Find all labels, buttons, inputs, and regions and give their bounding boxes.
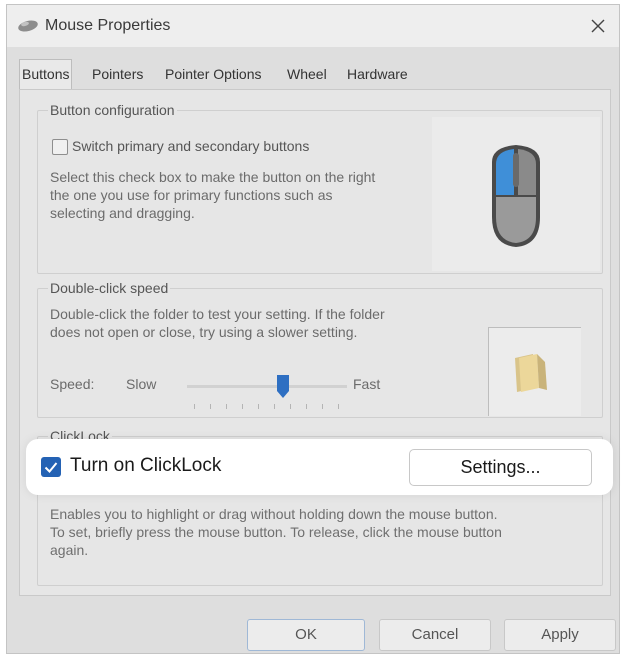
speed-slider-track[interactable] (187, 385, 347, 388)
slow-label: Slow (126, 376, 157, 392)
slider-tick (210, 404, 211, 409)
slider-tick (258, 404, 259, 409)
button-configuration-group: Button configuration Switch primary and … (37, 102, 603, 274)
title-bar: Mouse Properties (7, 5, 619, 47)
clicklock-checkbox[interactable] (41, 457, 61, 477)
switch-buttons-label: Switch primary and secondary buttons (72, 138, 310, 154)
mouse-properties-window: Mouse Properties Buttons Pointers Pointe… (6, 4, 620, 654)
ok-button[interactable]: OK (247, 619, 365, 651)
slider-tick (194, 404, 195, 409)
mouse-icon (17, 17, 39, 36)
clicklock-description-line-2: To set, briefly press the mouse button. … (50, 524, 502, 540)
double-click-speed-group: Double-click speed Double-click the fold… (37, 280, 603, 418)
apply-button[interactable]: Apply (504, 619, 616, 651)
button-config-description-line-1: Select this check box to make the button… (50, 169, 376, 185)
close-icon (591, 19, 605, 33)
mouse-illustration-icon (492, 145, 540, 247)
slider-tick (338, 404, 339, 409)
double-click-description-line-1: Double-click the folder to test your set… (50, 306, 385, 322)
switch-buttons-checkbox[interactable] (52, 139, 68, 155)
close-button[interactable] (583, 11, 613, 41)
window-title: Mouse Properties (45, 17, 171, 34)
tab-hardware[interactable]: Hardware (345, 61, 410, 87)
clicklock-description-line-3: again. (50, 542, 89, 558)
button-config-description-line-2: the one you use for primary functions su… (50, 187, 333, 203)
tab-wheel[interactable]: Wheel (285, 61, 329, 87)
speed-slider-thumb[interactable] (277, 375, 289, 399)
buttons-tab-panel: Button configuration Switch primary and … (19, 89, 611, 596)
slider-tick (306, 404, 307, 409)
fast-label: Fast (353, 376, 381, 392)
slider-tick (290, 404, 291, 409)
clicklock-settings-button[interactable]: Settings... (409, 449, 592, 486)
checkmark-icon (44, 462, 58, 473)
folder-icon (515, 354, 547, 392)
tab-pointer-options[interactable]: Pointer Options (163, 61, 264, 87)
mouse-preview-pane (432, 117, 600, 271)
slider-tick (322, 404, 323, 409)
group-title-double-click-speed: Double-click speed (48, 280, 171, 296)
group-title-button-configuration: Button configuration (48, 102, 177, 118)
cancel-button[interactable]: Cancel (379, 619, 491, 651)
clicklock-label: Turn on ClickLock (70, 455, 222, 476)
button-config-description-line-3: selecting and dragging. (50, 205, 195, 221)
speed-label: Speed: (50, 376, 95, 392)
slider-tick (242, 404, 243, 409)
slider-tick (226, 404, 227, 409)
clicklock-description-line-1: Enables you to highlight or drag without… (50, 506, 498, 522)
test-folder-pane[interactable] (488, 327, 581, 416)
tab-pointers[interactable]: Pointers (90, 61, 145, 87)
clicklock-highlight-card: Turn on ClickLock Settings... (26, 439, 613, 495)
double-click-description-line-2: does not open or close, try using a slow… (50, 324, 358, 340)
tab-buttons[interactable]: Buttons (19, 59, 73, 90)
slider-tick (274, 404, 275, 409)
